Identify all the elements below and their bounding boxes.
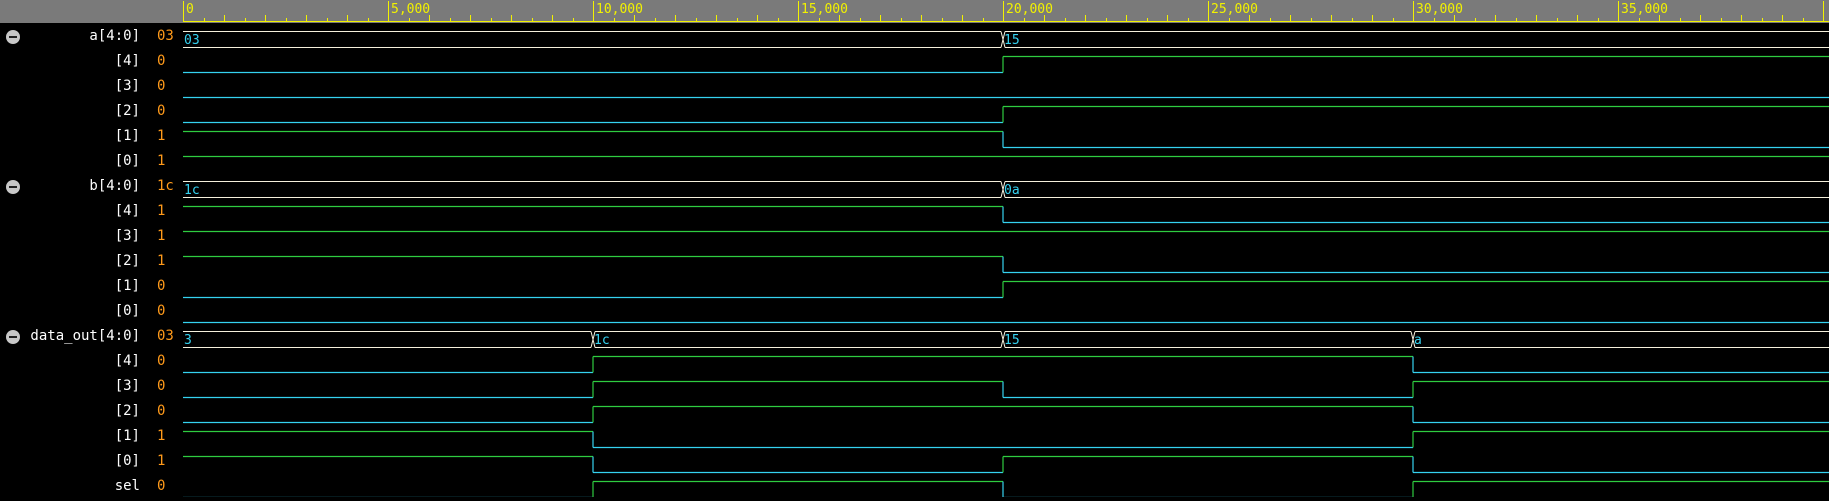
signal-row[interactable]: a[4:0] 03 (0, 25, 183, 50)
bus-value-label: 15 (1004, 333, 1020, 348)
signal-name: [1] (114, 278, 140, 294)
bit-waveform[interactable] (183, 480, 1829, 499)
signal-name: sel (114, 478, 140, 494)
signal-name: [3] (114, 228, 140, 244)
signal-name: data_out[4:0] (30, 328, 140, 344)
bit-waveform[interactable] (183, 105, 1829, 124)
bus-value-label: 15 (1004, 33, 1020, 48)
collapse-group-icon[interactable] (6, 330, 20, 344)
signal-name: [2] (114, 253, 140, 269)
bit-waveform[interactable] (183, 455, 1829, 474)
signal-name: [0] (114, 303, 140, 319)
signal-value: 0 (157, 303, 166, 319)
signal-value: 1 (157, 428, 166, 444)
ruler-label: 0 (186, 2, 194, 17)
signal-row[interactable]: [0] 1 (0, 450, 183, 475)
signal-value: 1 (157, 128, 166, 144)
bit-waveform[interactable] (183, 355, 1829, 374)
ruler-label: 15,000 (801, 2, 848, 17)
signal-value: 1c (157, 178, 174, 194)
bus-value-label: 0a (1004, 183, 1020, 198)
signal-value: 0 (157, 278, 166, 294)
signal-name: [1] (114, 428, 140, 444)
signal-value: 0 (157, 53, 166, 69)
signal-name: [0] (114, 153, 140, 169)
signal-name: [1] (114, 128, 140, 144)
signal-row[interactable]: [2] 0 (0, 100, 183, 125)
signal-row[interactable]: [3] 1 (0, 225, 183, 250)
ruler-label: 30,000 (1416, 2, 1463, 17)
ruler-label: 25,000 (1211, 2, 1258, 17)
signal-name: [0] (114, 453, 140, 469)
bus-waveform[interactable]: 03 15 (183, 31, 1829, 49)
signal-name: b[4:0] (89, 178, 140, 194)
names-ruler-spacer (0, 0, 183, 23)
signal-value: 03 (157, 328, 174, 344)
bus-value-label: a (1414, 333, 1422, 348)
signal-row[interactable]: [2] 1 (0, 250, 183, 275)
signal-row[interactable]: [4] 1 (0, 200, 183, 225)
signal-value: 03 (157, 28, 174, 44)
signal-row[interactable]: [3] 0 (0, 75, 183, 100)
signal-row[interactable]: [4] 0 (0, 50, 183, 75)
signal-value: 0 (157, 78, 166, 94)
signal-value: 0 (157, 353, 166, 369)
signal-names-pane: a[4:0] 03 [4] 0 [3] 0 [2] 0 [1] 1 [0] 1 b[4:0] 1c [4] 1… (0, 0, 183, 497)
signal-row[interactable]: [1] 0 (0, 275, 183, 300)
ruler-label: 5,000 (391, 2, 430, 17)
signal-value: 0 (157, 378, 166, 394)
bus-value-label: 1c (594, 333, 610, 348)
signal-value: 1 (157, 453, 166, 469)
signal-value: 1 (157, 228, 166, 244)
signal-row[interactable]: [3] 0 (0, 375, 183, 400)
collapse-group-icon[interactable] (6, 30, 20, 44)
signal-name: [3] (114, 378, 140, 394)
signal-name: [4] (114, 203, 140, 219)
bus-value-label: 1c (184, 183, 200, 198)
signal-row[interactable]: data_out[4:0] 03 (0, 325, 183, 350)
bit-waveform[interactable] (183, 280, 1829, 299)
ruler-label: 20,000 (1006, 2, 1053, 17)
signal-name: [2] (114, 103, 140, 119)
signal-row[interactable]: [2] 0 (0, 400, 183, 425)
signal-value: 0 (157, 103, 166, 119)
waveform-pane[interactable]: 0 5,000 10,000 15,000 20,000 25,000 30,000 35,0… (183, 0, 1829, 499)
bit-waveform[interactable] (183, 405, 1829, 424)
bus-waveform[interactable]: 1c 0a (183, 181, 1829, 199)
signal-name: [4] (114, 353, 140, 369)
signal-row[interactable]: sel 0 (0, 475, 183, 500)
collapse-group-icon[interactable] (6, 180, 20, 194)
bit-waveform[interactable] (183, 205, 1829, 224)
waveform-canvas[interactable]: 0 5,000 10,000 15,000 20,000 25,000 30,000 35,0… (183, 0, 1829, 499)
bit-waveform[interactable] (183, 55, 1829, 74)
signal-value: 1 (157, 253, 166, 269)
signal-value: 1 (157, 203, 166, 219)
bus-value-label: 3 (184, 333, 192, 348)
ruler-label: 35,000 (1621, 2, 1668, 17)
signal-row[interactable]: [1] 1 (0, 125, 183, 150)
bit-waveform[interactable] (183, 380, 1829, 399)
signal-name: [4] (114, 53, 140, 69)
signal-row[interactable]: [1] 1 (0, 425, 183, 450)
signal-name: a[4:0] (89, 28, 140, 44)
signal-name: [2] (114, 403, 140, 419)
signal-row[interactable]: [4] 0 (0, 350, 183, 375)
bus-waveform[interactable]: 3 1c 15 a (183, 331, 1829, 349)
ruler-label: 10,000 (596, 2, 643, 17)
signal-value: 0 (157, 478, 166, 494)
signal-name: [3] (114, 78, 140, 94)
signal-row[interactable]: [0] 1 (0, 150, 183, 175)
bit-waveform[interactable] (183, 255, 1829, 274)
signal-value: 0 (157, 403, 166, 419)
bus-value-label: 03 (184, 33, 200, 48)
signal-row[interactable]: [0] 0 (0, 300, 183, 325)
signal-row[interactable]: b[4:0] 1c (0, 175, 183, 200)
signal-value: 1 (157, 153, 166, 169)
bit-waveform[interactable] (183, 130, 1829, 149)
bit-waveform[interactable] (183, 430, 1829, 449)
